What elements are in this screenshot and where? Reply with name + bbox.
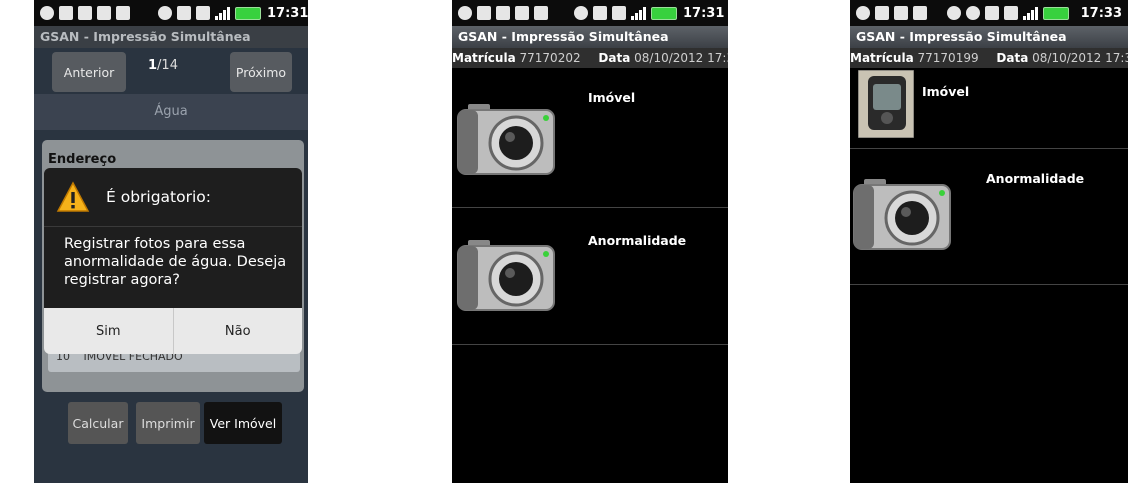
address-label: Endereço [48,152,117,167]
usb-icon [534,6,548,20]
mail-icon [875,6,889,20]
photo-row-imovel[interactable]: Imóvel [452,68,728,208]
info-bar: Matrícula 77170202 Data 08/10/2012 17:31… [452,48,728,68]
view-property-button[interactable]: Ver Imóvel [204,402,282,444]
dialog-title: É obrigatorio: [106,188,212,206]
calendar-icon [97,6,111,20]
bluetooth-icon [574,6,588,20]
network-h-icon [1004,6,1018,20]
location-icon [947,6,961,20]
photo-row-imovel[interactable]: Imóvel [850,68,1128,149]
date-value: 08/10/2012 17:31:40 [634,51,728,65]
camera-icon[interactable] [454,234,558,314]
date-value: 08/10/2012 17:33:40 [1032,51,1128,65]
no-button[interactable]: Não [172,308,303,354]
photo-row-anormalidade[interactable]: Anormalidade [850,149,1128,285]
app-title: GSAN - Impressão Simultânea [34,26,308,48]
warning-icon [56,181,90,212]
pager: 1/14 [148,58,178,73]
vibrate-icon [593,6,607,20]
mail-icon [78,6,92,20]
vibrate-icon [985,6,999,20]
photo-label: Anormalidade [588,233,687,248]
photo-label: Imóvel [588,90,636,105]
usb-icon [913,6,927,20]
dialog-header: É obrigatorio: [44,168,302,226]
bluetooth-icon [158,6,172,20]
bluetooth-icon [966,6,980,20]
network-h-icon [196,6,210,20]
status-bar: 17:31 [34,0,308,26]
battery-icon [235,6,261,20]
status-time: 17:31 [267,5,308,21]
next-button[interactable]: Próximo [230,52,292,92]
screen-photos-taken: 17:33 GSAN - Impressão Simultânea Matríc… [850,0,1128,483]
status-time: 17:31 [683,5,725,21]
battery-icon [651,6,677,20]
calendar-icon [515,6,529,20]
sync-icon [40,6,54,20]
camera-icon[interactable] [850,173,954,253]
usb-icon [116,6,130,20]
previous-button[interactable]: Anterior [52,52,126,92]
photo-row-anormalidade[interactable]: Anormalidade [452,208,728,345]
network-h-icon [612,6,626,20]
matricula-label: Matrícula [850,51,914,65]
camera-icon[interactable] [454,98,558,178]
photo-label: Anormalidade [986,171,1085,186]
vibrate-icon [177,6,191,20]
image-icon [477,6,491,20]
app-title: GSAN - Impressão Simultânea [452,26,728,48]
screen-photos: 17:31 GSAN - Impressão Simultânea Matríc… [452,0,728,483]
photo-thumbnail[interactable] [858,70,914,138]
date-label: Data [996,51,1029,65]
matricula-label: Matrícula [452,51,516,65]
status-time: 17:33 [1080,5,1122,21]
alert-dialog: É obrigatorio: Registrar fotos para essa… [44,168,302,354]
date-label: Data [598,51,631,65]
dialog-message: Registrar fotos para essa anormalidade d… [44,226,302,308]
add-notification-icon [856,6,870,20]
section-header[interactable]: Água [34,94,308,130]
app-title: GSAN - Impressão Simultânea [850,26,1128,48]
print-button[interactable]: Imprimir [136,402,200,444]
sync-icon [458,6,472,20]
nav-row: Anterior 1/14 Próximo [34,48,308,94]
signal-icon [1023,6,1038,20]
pager-total: /14 [157,58,178,73]
matricula-value: 77170199 [917,51,979,65]
screen-dialog: 17:31 GSAN - Impressão Simultânea Anteri… [34,0,308,483]
battery-icon [1043,6,1069,20]
yes-button[interactable]: Sim [44,308,173,354]
mail-icon [496,6,510,20]
calculate-button[interactable]: Calcular [68,402,128,444]
dialog-buttons: Sim Não [44,308,302,354]
pager-current: 1 [148,58,158,73]
calendar-icon [894,6,908,20]
info-bar: Matrícula 77170199 Data 08/10/2012 17:33… [850,48,1128,68]
status-bar: 17:33 [850,0,1128,26]
status-bar: 17:31 [452,0,728,26]
image-icon [59,6,73,20]
signal-icon [631,6,646,20]
matricula-value: 77170202 [519,51,581,65]
photo-label: Imóvel [922,84,970,99]
signal-icon [215,6,230,20]
